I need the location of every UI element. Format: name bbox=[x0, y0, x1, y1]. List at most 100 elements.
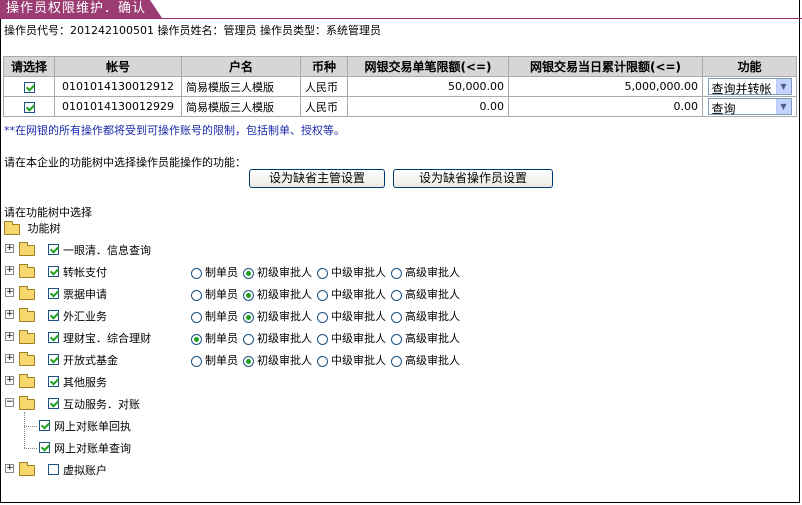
role-option[interactable]: 制单员 bbox=[191, 286, 238, 302]
currency: 人民币 bbox=[300, 76, 348, 97]
tree-item-label: 一眼清．信息查询 bbox=[63, 244, 151, 257]
role-radio[interactable] bbox=[317, 333, 328, 345]
expand-icon[interactable]: + bbox=[5, 354, 14, 363]
tree-item-checkbox[interactable] bbox=[48, 464, 59, 475]
tree-item-checkbox[interactable] bbox=[48, 244, 59, 255]
role-radio[interactable] bbox=[391, 267, 402, 279]
folder-icon bbox=[19, 264, 35, 278]
role-radio-group: 制单员 初级审批人 中级审批人 高级审批人 bbox=[191, 264, 465, 280]
tree-item-checkbox[interactable] bbox=[48, 398, 59, 409]
role-option-label: 制单员 bbox=[205, 332, 238, 345]
folder-icon bbox=[19, 462, 35, 476]
role-option-label: 高级审批人 bbox=[405, 266, 460, 279]
tree-root[interactable]: 功能树 bbox=[4, 220, 61, 236]
tree-select-prompt: 请在功能树中选择 bbox=[4, 206, 92, 219]
role-radio[interactable] bbox=[191, 333, 202, 345]
role-option-label: 高级审批人 bbox=[405, 310, 460, 323]
expand-icon[interactable]: + bbox=[5, 310, 14, 319]
col-currency: 币种 bbox=[300, 56, 348, 77]
role-radio[interactable] bbox=[243, 333, 254, 345]
role-radio[interactable] bbox=[243, 311, 254, 323]
role-radio[interactable] bbox=[243, 355, 254, 367]
role-radio[interactable] bbox=[317, 355, 328, 367]
role-option[interactable]: 高级审批人 bbox=[391, 352, 460, 368]
table-row: 0101014130012912 简易模版三人模版 人民币 50,000.00 … bbox=[3, 76, 797, 97]
role-option[interactable]: 制单员 bbox=[191, 264, 238, 280]
role-option[interactable]: 高级审批人 bbox=[391, 286, 460, 302]
title-bar: 操作员权限维护．确认 bbox=[0, 0, 802, 19]
row-select-checkbox[interactable] bbox=[23, 81, 35, 93]
role-radio[interactable] bbox=[391, 333, 402, 345]
tree-leaf-label: 网上对账单查询 bbox=[54, 442, 131, 455]
tree-item-checkbox[interactable] bbox=[48, 310, 59, 321]
tree-item-checkbox[interactable] bbox=[48, 288, 59, 299]
folder-open-icon bbox=[4, 220, 20, 235]
role-option[interactable]: 中级审批人 bbox=[317, 286, 386, 302]
function-select-value: 查询并转帐 bbox=[711, 82, 772, 96]
role-radio[interactable] bbox=[317, 267, 328, 279]
chevron-down-icon[interactable]: ▼ bbox=[775, 79, 791, 94]
role-radio[interactable] bbox=[191, 355, 202, 367]
role-option[interactable]: 中级审批人 bbox=[317, 308, 386, 324]
expand-icon[interactable]: + bbox=[5, 332, 14, 341]
role-radio[interactable] bbox=[191, 289, 202, 301]
role-radio[interactable] bbox=[243, 289, 254, 301]
expand-icon[interactable]: + bbox=[5, 244, 14, 253]
role-radio[interactable] bbox=[317, 289, 328, 301]
role-option[interactable]: 初级审批人 bbox=[243, 330, 312, 346]
role-radio[interactable] bbox=[191, 267, 202, 279]
tree-item-checkbox[interactable] bbox=[48, 332, 59, 343]
expand-icon[interactable]: + bbox=[5, 288, 14, 297]
role-option[interactable]: 中级审批人 bbox=[317, 330, 386, 346]
role-radio[interactable] bbox=[317, 311, 328, 323]
role-option-label: 制单员 bbox=[205, 266, 238, 279]
tree-leaf-checkbox[interactable] bbox=[39, 442, 50, 453]
tree-leaf-checkbox[interactable] bbox=[39, 420, 50, 431]
role-option-label: 制单员 bbox=[205, 288, 238, 301]
tree-item-checkbox[interactable] bbox=[48, 376, 59, 387]
expand-icon[interactable]: + bbox=[5, 376, 14, 385]
role-option-label: 中级审批人 bbox=[331, 310, 386, 323]
role-option[interactable]: 制单员 bbox=[191, 308, 238, 324]
role-option[interactable]: 中级审批人 bbox=[317, 264, 386, 280]
role-radio[interactable] bbox=[391, 289, 402, 301]
collapse-icon[interactable]: − bbox=[5, 398, 14, 407]
function-select[interactable]: 查询并转帐 ▼ bbox=[707, 78, 792, 96]
tree-item-label: 互动服务．对账 bbox=[63, 398, 140, 411]
role-radio[interactable] bbox=[243, 267, 254, 279]
role-option[interactable]: 制单员 bbox=[191, 352, 238, 368]
tree-item-label: 票据申请 bbox=[63, 288, 107, 301]
tree-item-checkbox[interactable] bbox=[48, 354, 59, 365]
col-daily-limit: 网银交易当日累计限额(<=) bbox=[508, 56, 703, 77]
function-select[interactable]: 查询 ▼ bbox=[707, 98, 792, 116]
set-default-manager-button[interactable]: 设为缺省主管设置 bbox=[249, 169, 385, 188]
account-number: 0101014130012929 bbox=[54, 96, 182, 117]
tree-connector bbox=[24, 426, 37, 427]
row-select-checkbox[interactable] bbox=[23, 101, 35, 113]
role-option[interactable]: 初级审批人 bbox=[243, 352, 312, 368]
role-option-label: 中级审批人 bbox=[331, 288, 386, 301]
role-option[interactable]: 初级审批人 bbox=[243, 264, 312, 280]
account-name: 简易模版三人模版 bbox=[181, 96, 301, 117]
daily-limit: 0.00 bbox=[508, 96, 703, 117]
single-limit: 0.00 bbox=[347, 96, 509, 117]
role-option[interactable]: 制单员 bbox=[191, 330, 238, 346]
role-radio[interactable] bbox=[191, 311, 202, 323]
role-option[interactable]: 高级审批人 bbox=[391, 308, 460, 324]
tree-item-checkbox[interactable] bbox=[48, 266, 59, 277]
role-option[interactable]: 高级审批人 bbox=[391, 330, 460, 346]
role-option[interactable]: 中级审批人 bbox=[317, 352, 386, 368]
chevron-down-icon[interactable]: ▼ bbox=[775, 99, 791, 114]
role-option[interactable]: 初级审批人 bbox=[243, 286, 312, 302]
role-option-label: 初级审批人 bbox=[257, 266, 312, 279]
role-option-label: 制单员 bbox=[205, 354, 238, 367]
tree-item-label: 转帐支付 bbox=[63, 266, 107, 279]
currency: 人民币 bbox=[300, 96, 348, 117]
role-radio[interactable] bbox=[391, 311, 402, 323]
expand-icon[interactable]: + bbox=[5, 464, 14, 473]
role-radio[interactable] bbox=[391, 355, 402, 367]
role-option[interactable]: 高级审批人 bbox=[391, 264, 460, 280]
role-option[interactable]: 初级审批人 bbox=[243, 308, 312, 324]
set-default-operator-button[interactable]: 设为缺省操作员设置 bbox=[393, 169, 553, 188]
expand-icon[interactable]: + bbox=[5, 266, 14, 275]
